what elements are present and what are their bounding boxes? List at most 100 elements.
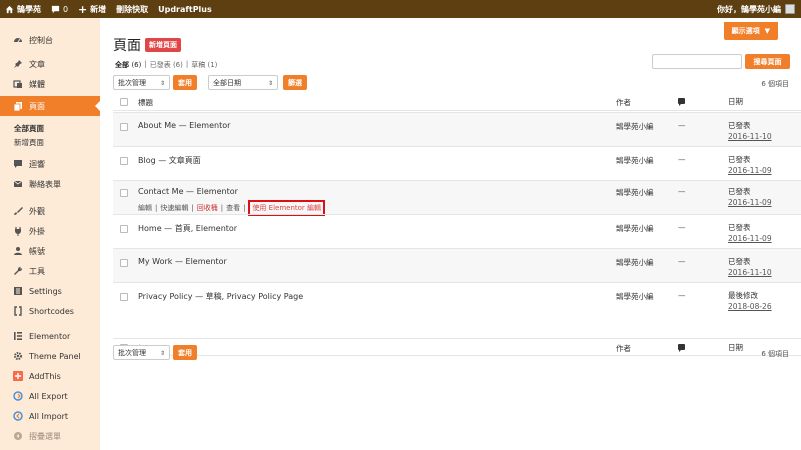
screen-options-label: 顯示選項 (731, 27, 760, 35)
edit-link[interactable]: 編輯 (138, 203, 152, 213)
screen-options-button[interactable]: 顯示選項 ▼ (723, 22, 778, 40)
sidebar-item-label: 聯絡表單 (29, 179, 61, 189)
author-link[interactable]: 鵠學苑小編 (616, 121, 654, 132)
view-all-link[interactable]: 全部 (6) (115, 60, 141, 70)
page-title-link[interactable]: Blog — 文章頁面 (138, 155, 201, 166)
column-date-header[interactable]: 日期 (728, 342, 743, 353)
export-icon (12, 391, 23, 402)
separator: | (155, 204, 158, 212)
author-link[interactable]: 鵠學苑小編 (616, 223, 654, 234)
sidebar-item-comments[interactable]: 迴響 (0, 156, 100, 172)
sidebar-item-theme-panel[interactable]: Theme Panel (0, 348, 100, 364)
sidebar-item-addthis[interactable]: AddThis (0, 368, 100, 384)
clear-cache-link[interactable]: 刪除快取 (116, 4, 148, 15)
page-title-link[interactable]: My Work — Elementor (138, 257, 227, 266)
column-title-header[interactable]: 標題 (138, 97, 153, 108)
select-arrows-icon: ⇕ (159, 80, 165, 87)
sidebar-collapse-menu[interactable]: 摺疊選單 (0, 428, 100, 444)
wrench-icon (12, 266, 23, 277)
view-link[interactable]: 查看 (226, 203, 240, 213)
view-all-count: (6) (131, 61, 142, 69)
sidebar-item-tools[interactable]: 工具 (0, 263, 100, 279)
items-count-bottom: 6 個項目 (761, 350, 789, 358)
plus-icon: + (77, 2, 88, 16)
author-link[interactable]: 鵠學苑小編 (616, 257, 654, 268)
comment-column-icon[interactable] (678, 343, 685, 352)
new-content-link[interactable]: + 新增 (77, 2, 107, 16)
pages-submenu: 全部頁面 新增頁面 (0, 121, 100, 149)
sidebar-item-plugins[interactable]: 外掛 (0, 223, 100, 239)
apply-button[interactable]: 套用 (173, 75, 197, 90)
page-title-link[interactable]: Privacy Policy — 草稿, Privacy Policy Page (138, 291, 303, 302)
post-date: 2016-11-09 (728, 166, 772, 175)
post-status: 已發表 (728, 155, 751, 164)
author-link[interactable]: 鵠學苑小編 (616, 187, 654, 198)
row-checkbox[interactable] (120, 259, 128, 267)
sidebar-item-appearance[interactable]: 外觀 (0, 203, 100, 219)
search-pages-button[interactable]: 搜尋頁面 (745, 54, 790, 69)
plugin-icon (12, 226, 23, 237)
view-published-link[interactable]: 已發表 (6) (150, 60, 183, 70)
bulk-action-select[interactable]: 批次管理 ⇕ (113, 75, 170, 90)
sidebar-item-media[interactable]: 媒體 (0, 76, 100, 92)
sidebar-item-label: 迴響 (29, 159, 45, 169)
sidebar-item-posts[interactable]: 文章 (0, 56, 100, 72)
date-filter-select[interactable]: 全部日期 ⇕ (208, 75, 278, 90)
view-drafts-count: (1) (207, 61, 218, 69)
sidebar-item-label: 外掛 (29, 226, 45, 236)
greeting: 你好，鵠學苑小編 (717, 4, 781, 14)
site-name-link[interactable]: 鵠學苑 (5, 4, 41, 15)
separator: | (185, 60, 189, 68)
comment-icon (12, 159, 23, 170)
comment-column-icon[interactable] (678, 97, 685, 106)
page-title-link[interactable]: Contact Me — Elementor (138, 187, 238, 196)
author-link[interactable]: 鵠學苑小編 (616, 291, 654, 302)
row-checkbox[interactable] (120, 189, 128, 197)
sidebar-item-label: 工具 (29, 266, 45, 276)
filter-button[interactable]: 篩選 (283, 75, 307, 90)
select-all-checkbox[interactable] (120, 98, 128, 106)
view-published-count: (6) (172, 61, 183, 69)
submenu-all-pages[interactable]: 全部頁面 (0, 121, 100, 135)
sidebar-item-elementor[interactable]: Elementor (0, 328, 100, 344)
post-date: 2016-11-10 (728, 268, 772, 277)
page-title-link[interactable]: About Me — Elementor (138, 121, 230, 130)
column-date-header[interactable]: 日期 (728, 96, 743, 107)
sidebar-item-label: 外觀 (29, 206, 45, 216)
sidebar-item-dashboard[interactable]: 控制台 (0, 32, 100, 48)
post-date: 2016-11-10 (728, 132, 772, 141)
row-checkbox[interactable] (120, 123, 128, 131)
page-title-link[interactable]: Home — 首頁, Elementor (138, 223, 237, 234)
sidebar-item-all-export[interactable]: All Export (0, 388, 100, 404)
account-menu[interactable]: 你好，鵠學苑小編 (717, 0, 795, 18)
trash-link[interactable]: 回收桶 (197, 203, 218, 213)
mail-icon (12, 179, 23, 190)
sidebar-item-pages[interactable]: 頁面 (0, 96, 100, 116)
settings-icon (12, 286, 23, 297)
table-row: Blog — 文章頁面 鵠學苑小編 — 已發表 2016-11-09 (113, 146, 801, 180)
search-input[interactable] (652, 54, 742, 69)
sidebar-item-shortcodes[interactable]: Shortcodes (0, 303, 100, 319)
view-drafts-link[interactable]: 草稿 (1) (191, 60, 217, 70)
submenu-add-page[interactable]: 新增頁面 (0, 135, 100, 149)
sidebar-item-contact-form[interactable]: 聯絡表單 (0, 176, 100, 192)
comments-link[interactable]: 0 (51, 5, 68, 14)
new-label: 新增 (90, 4, 107, 14)
apply-button-bottom[interactable]: 套用 (173, 345, 197, 360)
quick-edit-link[interactable]: 快速編輯 (160, 203, 188, 213)
bulk-action-select-bottom[interactable]: 批次管理 ⇕ (113, 345, 170, 360)
sidebar-item-users[interactable]: 帳號 (0, 243, 100, 259)
sidebar-item-settings[interactable]: Settings (0, 283, 100, 299)
row-checkbox[interactable] (120, 293, 128, 301)
column-author-header: 作者 (616, 98, 631, 107)
add-new-page-button[interactable]: 新增頁面 (145, 38, 181, 52)
updraftplus-link[interactable]: UpdraftPlus (158, 5, 212, 14)
row-checkbox[interactable] (120, 225, 128, 233)
collapse-icon (12, 431, 23, 442)
sidebar-item-all-import[interactable]: All Import (0, 408, 100, 424)
post-status: 已發表 (728, 257, 751, 266)
row-checkbox[interactable] (120, 157, 128, 165)
author-link[interactable]: 鵠學苑小編 (616, 155, 654, 166)
sidebar-item-label: All Import (29, 411, 69, 421)
post-status: 已發表 (728, 223, 751, 232)
